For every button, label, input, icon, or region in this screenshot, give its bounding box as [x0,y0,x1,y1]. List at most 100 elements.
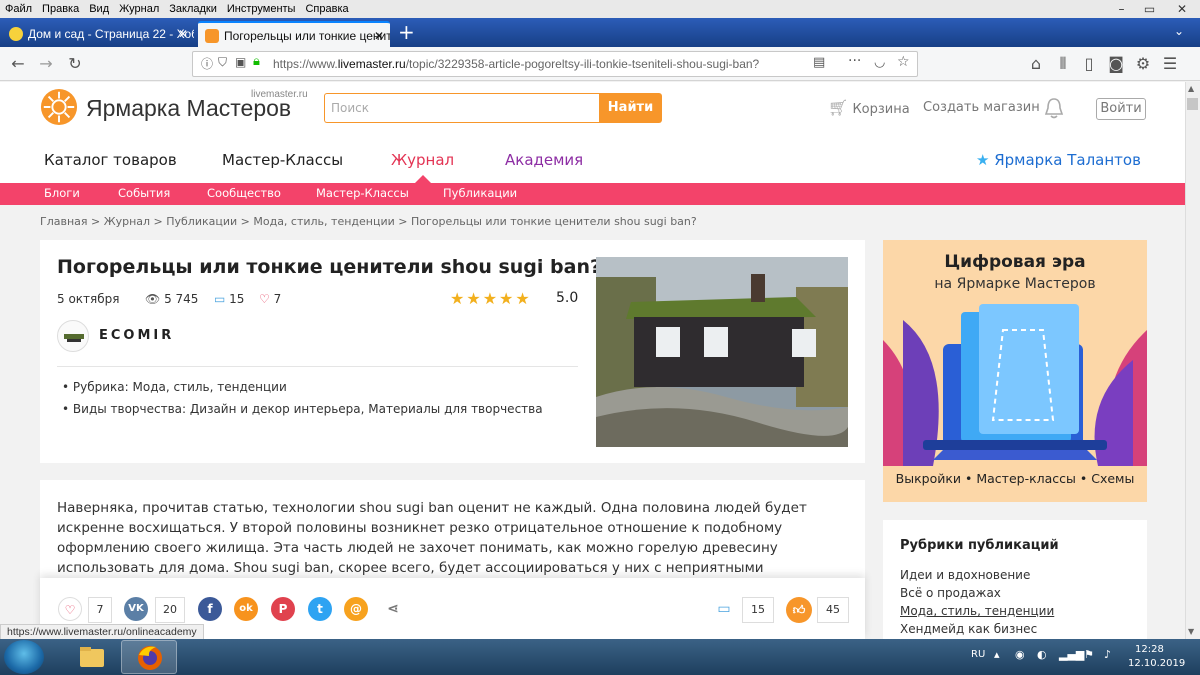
nav-master-classes[interactable]: Мастер-Классы [222,151,343,169]
vertical-scrollbar[interactable] [1185,82,1200,639]
subnav-master-classes[interactable]: Мастер-Классы [316,186,409,200]
url-text[interactable]: https://www.livemaster.ru/topic/3229358-… [273,52,788,76]
odnoklassniki-share-icon[interactable]: ok [234,597,258,621]
tab-close-icon[interactable]: ✕ [178,21,188,47]
subnav-publications[interactable]: Публикации [443,186,517,200]
tab-title: Дом и сад - Страница 22 - Хоб [28,27,194,41]
flag-icon[interactable]: ⚑ [1084,648,1094,661]
subnav-events[interactable]: События [118,186,170,200]
reader-view-icon[interactable]: ▤ [813,55,825,70]
library-icon[interactable]: ⫴ [1051,52,1075,76]
reload-icon[interactable]: ↻ [63,52,87,76]
like-heart-icon[interactable]: ♡ [58,597,82,621]
rubric-link[interactable]: Хендмейд как бизнес [900,622,1037,636]
create-shop-link[interactable]: Создать магазин [923,100,1040,115]
subnav-community[interactable]: Сообщество [207,186,281,200]
menu-history[interactable]: Журнал [114,0,164,18]
search-button[interactable]: Найти [599,93,662,123]
forward-arrow-icon[interactable]: → [34,52,58,76]
facebook-share-icon[interactable]: f [198,597,222,621]
close-window-icon[interactable]: ✕ [1164,0,1200,18]
tray-app-icon[interactable]: ◉ [1015,648,1025,661]
rubric-link[interactable]: Всё о продажах [900,586,1001,600]
bookmark-star-icon[interactable]: ☆ [897,54,910,70]
article-photo[interactable] [596,257,848,447]
extension-icon-2[interactable]: ⚙ [1131,52,1155,76]
menu-file[interactable]: Файл [0,0,37,18]
volume-icon[interactable]: ♪ [1104,648,1111,661]
scroll-down-icon[interactable]: ▼ [1188,627,1194,636]
craft-kinds-item[interactable]: • Виды творчества: Дизайн и декор интерь… [62,402,543,416]
maximize-icon[interactable]: ▭ [1136,0,1163,18]
clock-time[interactable]: 12:28 [1135,644,1164,655]
menu-view[interactable]: Вид [84,0,114,18]
page-actions-icon[interactable]: ··· [848,53,861,69]
nav-catalog[interactable]: Каталог товаров [44,151,177,169]
nav-academy[interactable]: Академия [505,151,583,169]
cart-link[interactable]: 🛒︎ Корзина [828,98,910,117]
vk-share-icon[interactable]: VK [124,597,148,621]
windows-taskbar: RU ▴ ◉ ◐ ▂▄▆ ⚑ ♪ 12:28 12.10.2019 [0,639,1200,675]
comments-count[interactable]: ▭ 15 [214,292,244,306]
new-tab-plus-icon[interactable]: + [398,20,415,44]
tray-app-icon-2[interactable]: ◐ [1037,648,1047,661]
banner-title: Цифровая эра [944,252,1086,272]
network-signal-icon[interactable]: ▂▄▆ [1059,648,1084,661]
minimize-icon[interactable]: – [1108,0,1135,18]
firefox-taskbar-icon[interactable] [121,640,177,674]
talents-link[interactable]: ★ Ярмарка Талантов [976,151,1141,169]
clock-date[interactable]: 12.10.2019 [1128,658,1185,669]
article-header-card: Погорельцы или тонкие ценители shou sugi… [40,240,865,463]
tab-dom-i-sad[interactable]: Дом и сад - Страница 22 - Хоб ✕ [2,21,194,47]
hamburger-menu-icon[interactable]: ☰ [1158,52,1182,76]
livemaster-logo-icon[interactable] [40,88,78,126]
rubric-link-active[interactable]: Мода, стиль, тенденции [900,604,1054,618]
twitter-share-icon[interactable]: t [308,597,332,621]
tab-list-chevron-icon[interactable]: ⌄ [1174,24,1184,38]
pocket-icon[interactable]: ◡ [874,55,885,70]
permissions-icon[interactable]: ▣ [235,55,246,69]
search-input[interactable]: Поиск [324,93,600,123]
sub-navigation: Блоги События Сообщество Мастер-Классы П… [0,183,1185,205]
tab-close-icon[interactable]: ✕ [374,23,384,47]
menu-edit[interactable]: Правка [37,0,84,18]
breadcrumb[interactable]: Главная > Журнал > Публикации > Мода, ст… [40,215,697,228]
menu-bookmarks[interactable]: Закладки [164,0,222,18]
rubric-link[interactable]: Идеи и вдохновение [900,568,1030,582]
tray-chevron-icon[interactable]: ▴ [994,648,1000,661]
page-viewport: Ярмарка Мастеров livemaster.ru Поиск Най… [0,82,1185,639]
menu-tools[interactable]: Инструменты [222,0,301,18]
mailru-share-icon[interactable]: @ [344,597,368,621]
tracking-shield-icon[interactable]: ⛉ [218,55,227,70]
sidebar-icon[interactable]: ▯ [1077,52,1101,76]
bell-icon[interactable] [1043,96,1065,120]
pinterest-share-icon[interactable]: P [271,597,295,621]
scrollbar-thumb[interactable] [1187,98,1198,110]
likes-count[interactable]: ♡ 7 [259,292,281,306]
thumbs-up-icon[interactable]: 👍︎ [786,597,812,623]
rubric-item[interactable]: • Рубрика: Мода, стиль, тенденции [62,380,287,394]
author-name[interactable]: ECOMIR [99,328,174,343]
tab-article[interactable]: Погорельцы или тонкие ценит ✕ [198,21,390,47]
main-navigation: Каталог товаров Мастер-Классы Журнал Ака… [0,136,1185,183]
language-indicator[interactable]: RU [971,649,985,660]
login-button[interactable]: Войти [1096,98,1146,120]
start-button[interactable] [4,640,44,674]
digital-era-banner[interactable]: Цифровая эра на Ярмарке Мастеров Выкройк… [883,240,1147,502]
divider [57,366,578,367]
scroll-up-icon[interactable]: ▲ [1188,84,1194,93]
eye-icon: 👁︎ [145,292,161,306]
info-icon[interactable]: ⓘ [201,55,213,72]
share-generic-icon[interactable]: ⋖ [381,597,405,621]
extension-icon[interactable]: ◙ [1104,52,1128,76]
url-bar[interactable]: ⓘ ⛉ ▣ 🔒︎ https://www.livemaster.ru/topic… [192,51,918,77]
nav-journal[interactable]: Журнал [391,151,454,169]
subnav-blogs[interactable]: Блоги [44,186,80,200]
menu-help[interactable]: Справка [300,0,353,18]
home-icon[interactable]: ⌂ [1024,52,1048,76]
file-explorer-taskbar-icon[interactable] [64,640,120,674]
comment-bubble-icon[interactable]: ▭ [712,597,736,621]
back-arrow-icon[interactable]: ← [6,52,30,76]
author-avatar[interactable] [57,320,89,352]
rating-stars[interactable]: ★★★★★ [450,289,532,308]
